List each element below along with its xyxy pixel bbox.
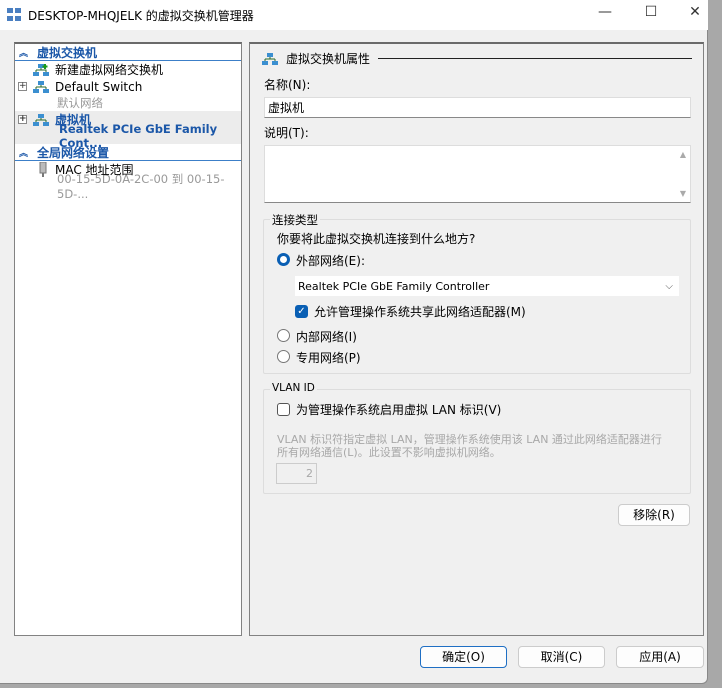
vlan-enable-label[interactable]: 为管理操作系统启用虚拟 LAN 标识(V) <box>296 401 501 418</box>
name-input[interactable]: 虚拟机 <box>264 97 691 118</box>
window-title: DESKTOP-MHQJELK 的虚拟交换机管理器 <box>28 8 254 23</box>
vlan-enable-checkbox[interactable] <box>277 403 290 416</box>
group-title: 连接类型 <box>270 212 320 228</box>
scroll-down-icon[interactable]: ▼ <box>680 189 686 198</box>
external-network-label[interactable]: 外部网络(E): <box>296 252 365 269</box>
connection-type-group: 连接类型 你要将此虚拟交换机连接到什么地方? 外部网络(E): Realtek … <box>263 212 691 374</box>
internal-network-radio[interactable] <box>277 329 290 342</box>
expand-icon[interactable]: + <box>18 82 27 91</box>
maximize-button[interactable]: ☐ <box>628 0 674 26</box>
adapter-select[interactable]: Realtek PCIe GbE Family Controller ⌵ <box>295 276 679 296</box>
name-label: 名称(N): <box>264 78 311 92</box>
new-switch-item[interactable]: 新建虚拟网络交换机 <box>15 61 241 78</box>
adapter-selected: Realtek PCIe GbE Family Controller <box>298 279 490 293</box>
switch-icon <box>33 113 49 126</box>
properties-header: 虚拟交换机属性 <box>286 52 371 66</box>
close-button[interactable]: ✕ <box>672 0 718 26</box>
description-input[interactable]: ▲ ▼ <box>264 145 691 203</box>
switch-item-selected[interactable]: + 虚拟机 Realtek PCIe GbE Family Cont... <box>15 111 241 150</box>
new-switch-icon <box>33 63 49 76</box>
ok-button[interactable]: 确定(O) <box>420 646 507 668</box>
apply-button[interactable]: 应用(A) <box>616 646 704 668</box>
connection-question: 你要将此虚拟交换机连接到什么地方? <box>277 232 476 246</box>
private-network-label[interactable]: 专用网络(P) <box>296 349 361 366</box>
internal-network-label[interactable]: 内部网络(I) <box>296 328 357 345</box>
allow-share-label[interactable]: 允许管理操作系统共享此网络适配器(M) <box>314 303 526 320</box>
switch-item-default[interactable]: + Default Switch <box>15 78 241 95</box>
description-label: 说明(T): <box>264 126 309 140</box>
window: DESKTOP-MHQJELK 的虚拟交换机管理器 — ☐ ✕ ︽ 虚拟交换机 新… <box>0 0 708 684</box>
allow-share-checkbox[interactable]: ✓ <box>295 305 308 318</box>
switch-subtitle: 默认网络 <box>57 96 103 110</box>
chevron-up-icon: ︽ <box>19 148 29 159</box>
mac-range-value: 00-15-5D-0A-2C-00 到 00-15-5D-... <box>57 172 225 201</box>
scroll-up-icon[interactable]: ▲ <box>680 150 686 159</box>
cancel-button[interactable]: 取消(C) <box>518 646 605 668</box>
header-divider <box>378 58 692 59</box>
chevron-down-icon: ⌵ <box>665 280 673 292</box>
minimize-button[interactable]: — <box>582 0 628 26</box>
mac-range-item[interactable]: MAC 地址范围 <box>15 161 241 178</box>
network-adapter-icon <box>39 162 47 177</box>
external-network-radio[interactable] <box>277 253 290 266</box>
vlan-group: VLAN ID 为管理操作系统启用虚拟 LAN 标识(V) VLAN 标识符指定… <box>263 382 691 494</box>
vlan-description: 所有网络通信(L)。此设置不影响虚拟机网络。 <box>277 446 501 459</box>
switch-manager-icon <box>7 8 21 21</box>
group-title: VLAN ID <box>270 382 317 394</box>
expand-icon[interactable]: + <box>18 115 27 124</box>
vlan-id-input[interactable]: 2 <box>276 463 317 484</box>
section-virtual-switches[interactable]: ︽ 虚拟交换机 <box>15 44 241 61</box>
switch-icon <box>262 52 278 65</box>
switch-properties-panel: 虚拟交换机属性 名称(N): 虚拟机 说明(T): ▲ ▼ 连接类型 你要将此虚… <box>249 42 704 636</box>
private-network-radio[interactable] <box>277 350 290 363</box>
remove-button[interactable]: 移除(R) <box>618 504 690 526</box>
title-bar: DESKTOP-MHQJELK 的虚拟交换机管理器 — ☐ ✕ <box>0 0 708 30</box>
switch-tree: ︽ 虚拟交换机 新建虚拟网络交换机 + Default Switch 默认网络 +… <box>14 42 242 636</box>
switch-subtitle: Realtek PCIe GbE Family Cont... <box>59 122 218 150</box>
switch-icon <box>33 80 49 93</box>
chevron-up-icon: ︽ <box>19 48 29 59</box>
